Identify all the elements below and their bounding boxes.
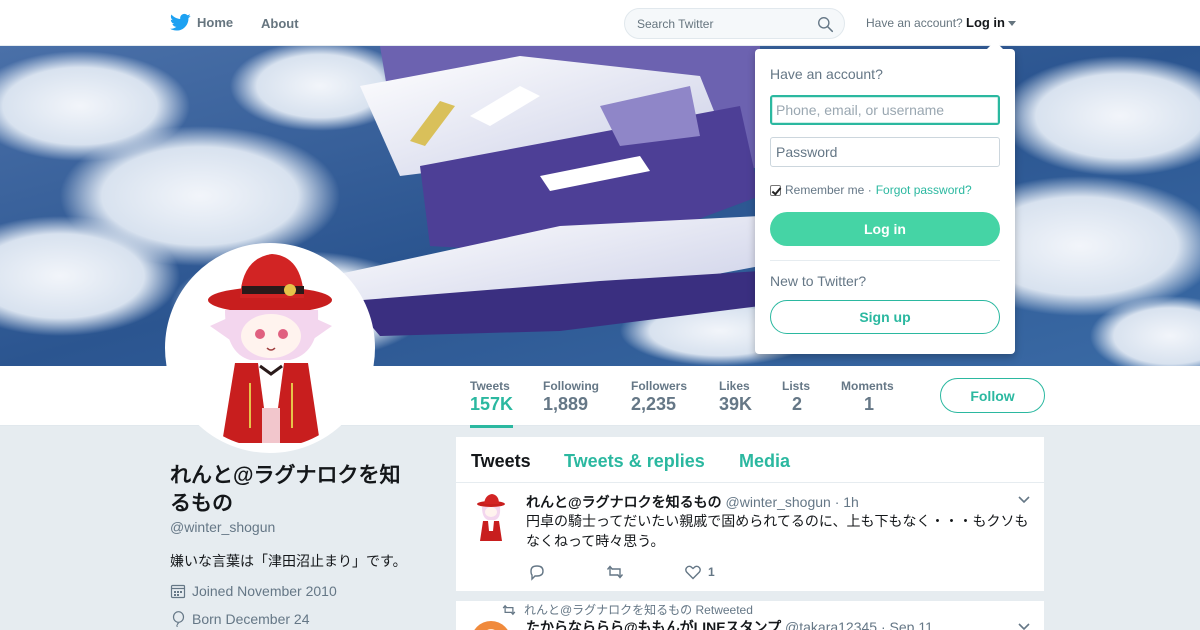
search-input[interactable]: Search Twitter [624, 8, 845, 39]
tweet-text: 円卓の騎士ってだいたい親戚で固められてるのに、上も下もなく・・・もクソもなくねっ… [526, 513, 1029, 549]
tweet-item[interactable]: れんと@ラグナロクを知るもの Retweeted たからなららら@ももんがLIN… [456, 601, 1044, 630]
remember-me-row: Remember me · Forgot password? [770, 183, 972, 197]
tweet-time[interactable]: · Sep 11 [881, 619, 933, 630]
profile-joined: Joined November 2010 [170, 583, 337, 599]
reply-icon [530, 565, 544, 581]
twitter-bird-icon [170, 13, 191, 31]
stat-likes[interactable]: Likes 39K [719, 379, 752, 415]
like-action[interactable]: 1 [684, 563, 715, 581]
stat-value: 39K [719, 394, 753, 414]
stat-value: 1 [864, 394, 875, 414]
login-toggle-label: Log in [966, 15, 1005, 30]
stat-label: Likes [719, 379, 750, 393]
tweet-header: れんと@ラグナロクを知るもの @winter_shogun · 1h [526, 492, 859, 512]
login-button[interactable]: Log in [770, 212, 1000, 246]
password-field[interactable]: Password [770, 137, 1000, 167]
retweet-context: れんと@ラグナロクを知るもの Retweeted [502, 601, 753, 618]
stat-tweets[interactable]: Tweets 157K [470, 379, 514, 428]
tweet-fullname[interactable]: れんと@ラグナロクを知るもの [526, 494, 722, 510]
stat-following[interactable]: Following 1,889 [543, 379, 599, 415]
nav-home-label: Home [197, 15, 234, 30]
tab-media[interactable]: Media [739, 451, 790, 472]
tweet-item[interactable]: れんと@ラグナロクを知るもの @winter_shogun · 1h 円卓の騎士… [456, 483, 1044, 591]
tweet-time[interactable]: · 1h [835, 494, 859, 510]
retweet-icon [502, 604, 516, 615]
tweet-actions: 1 [528, 563, 775, 581]
follow-button[interactable]: Follow [940, 378, 1045, 413]
search-icon[interactable] [817, 16, 834, 33]
timeline-tabs: Tweets Tweets & replies Media [456, 437, 1044, 483]
username-field[interactable]: Phone, email, or username [770, 95, 1000, 125]
caret-down-icon [1008, 21, 1016, 26]
reply-action[interactable] [528, 563, 546, 581]
profile-born: Born December 24 [170, 611, 310, 627]
tweet-screenname[interactable]: @takara12345 [785, 619, 877, 630]
login-dropdown-toggle[interactable]: Log in [966, 15, 1016, 30]
calendar-icon [170, 584, 186, 599]
stat-label: Moments [841, 379, 894, 393]
chevron-down-icon[interactable] [1018, 623, 1030, 630]
have-account-text: Have an account? [866, 16, 963, 30]
forgot-password-link[interactable]: Forgot password? [876, 183, 972, 197]
stat-value: 1,889 [543, 394, 589, 414]
tweet-author-avatar[interactable] [471, 493, 511, 543]
tweet-author-avatar[interactable] [471, 621, 511, 630]
tab-tweets-replies[interactable]: Tweets & replies [564, 451, 705, 472]
like-count: 1 [708, 565, 715, 579]
stat-label: Tweets [470, 379, 510, 393]
retweet-action[interactable] [606, 563, 624, 581]
retweet-icon [606, 565, 624, 579]
login-dropdown: Have an account? Phone, email, or userna… [755, 41, 1015, 354]
tab-tweets[interactable]: Tweets [471, 451, 531, 472]
dropdown-title: Have an account? [770, 66, 883, 82]
tweet-header: たからなららら@ももんがLINEスタンプ @takara12345 · Sep … [526, 617, 933, 630]
search-placeholder: Search Twitter [637, 17, 714, 31]
stat-lists[interactable]: Lists 2 [782, 379, 810, 415]
timeline: Tweets Tweets & replies Media れんと@ラグナロクを… [456, 437, 1044, 630]
stat-label: Following [543, 379, 599, 393]
tweet-divider [456, 591, 1044, 601]
remember-me-checkbox[interactable] [770, 184, 781, 196]
dropdown-divider [770, 260, 1000, 261]
profile-bio: 嫌いな言葉は「津田沼止まり」です。 [170, 553, 407, 569]
joined-text: Joined November 2010 [192, 583, 337, 599]
stat-label: Lists [782, 379, 811, 393]
stat-value: 2,235 [631, 394, 677, 414]
signup-button[interactable]: Sign up [770, 300, 1000, 334]
tweet-fullname[interactable]: たからなららら@ももんがLINEスタンプ [526, 619, 781, 630]
balloon-icon [172, 611, 185, 627]
stat-moments[interactable]: Moments 1 [841, 379, 894, 415]
remember-me-label[interactable]: Remember me · [785, 183, 872, 197]
like-icon [685, 565, 701, 580]
profile-name: れんと@ラグナロクを知るもの [170, 464, 401, 515]
avatar-image [170, 248, 370, 448]
retweet-context-text[interactable]: れんと@ラグナロクを知るもの Retweeted [524, 601, 753, 618]
stat-followers[interactable]: Followers 2,235 [631, 379, 687, 415]
top-nav: Home About Search Twitter Have an accoun… [0, 0, 1200, 46]
chevron-down-icon[interactable] [1018, 496, 1030, 504]
tweet-screenname[interactable]: @winter_shogun [726, 494, 831, 510]
profile-avatar[interactable] [165, 243, 375, 453]
stat-value: 157K [470, 394, 514, 414]
stat-value: 2 [792, 394, 803, 414]
new-to-twitter-text: New to Twitter? [770, 273, 867, 289]
stat-label: Followers [631, 379, 688, 393]
born-text: Born December 24 [192, 611, 310, 627]
nav-home-link[interactable]: Home [170, 13, 233, 32]
profile-handle[interactable]: @winter_shogun [170, 519, 275, 535]
nav-about-link[interactable]: About [261, 16, 299, 31]
